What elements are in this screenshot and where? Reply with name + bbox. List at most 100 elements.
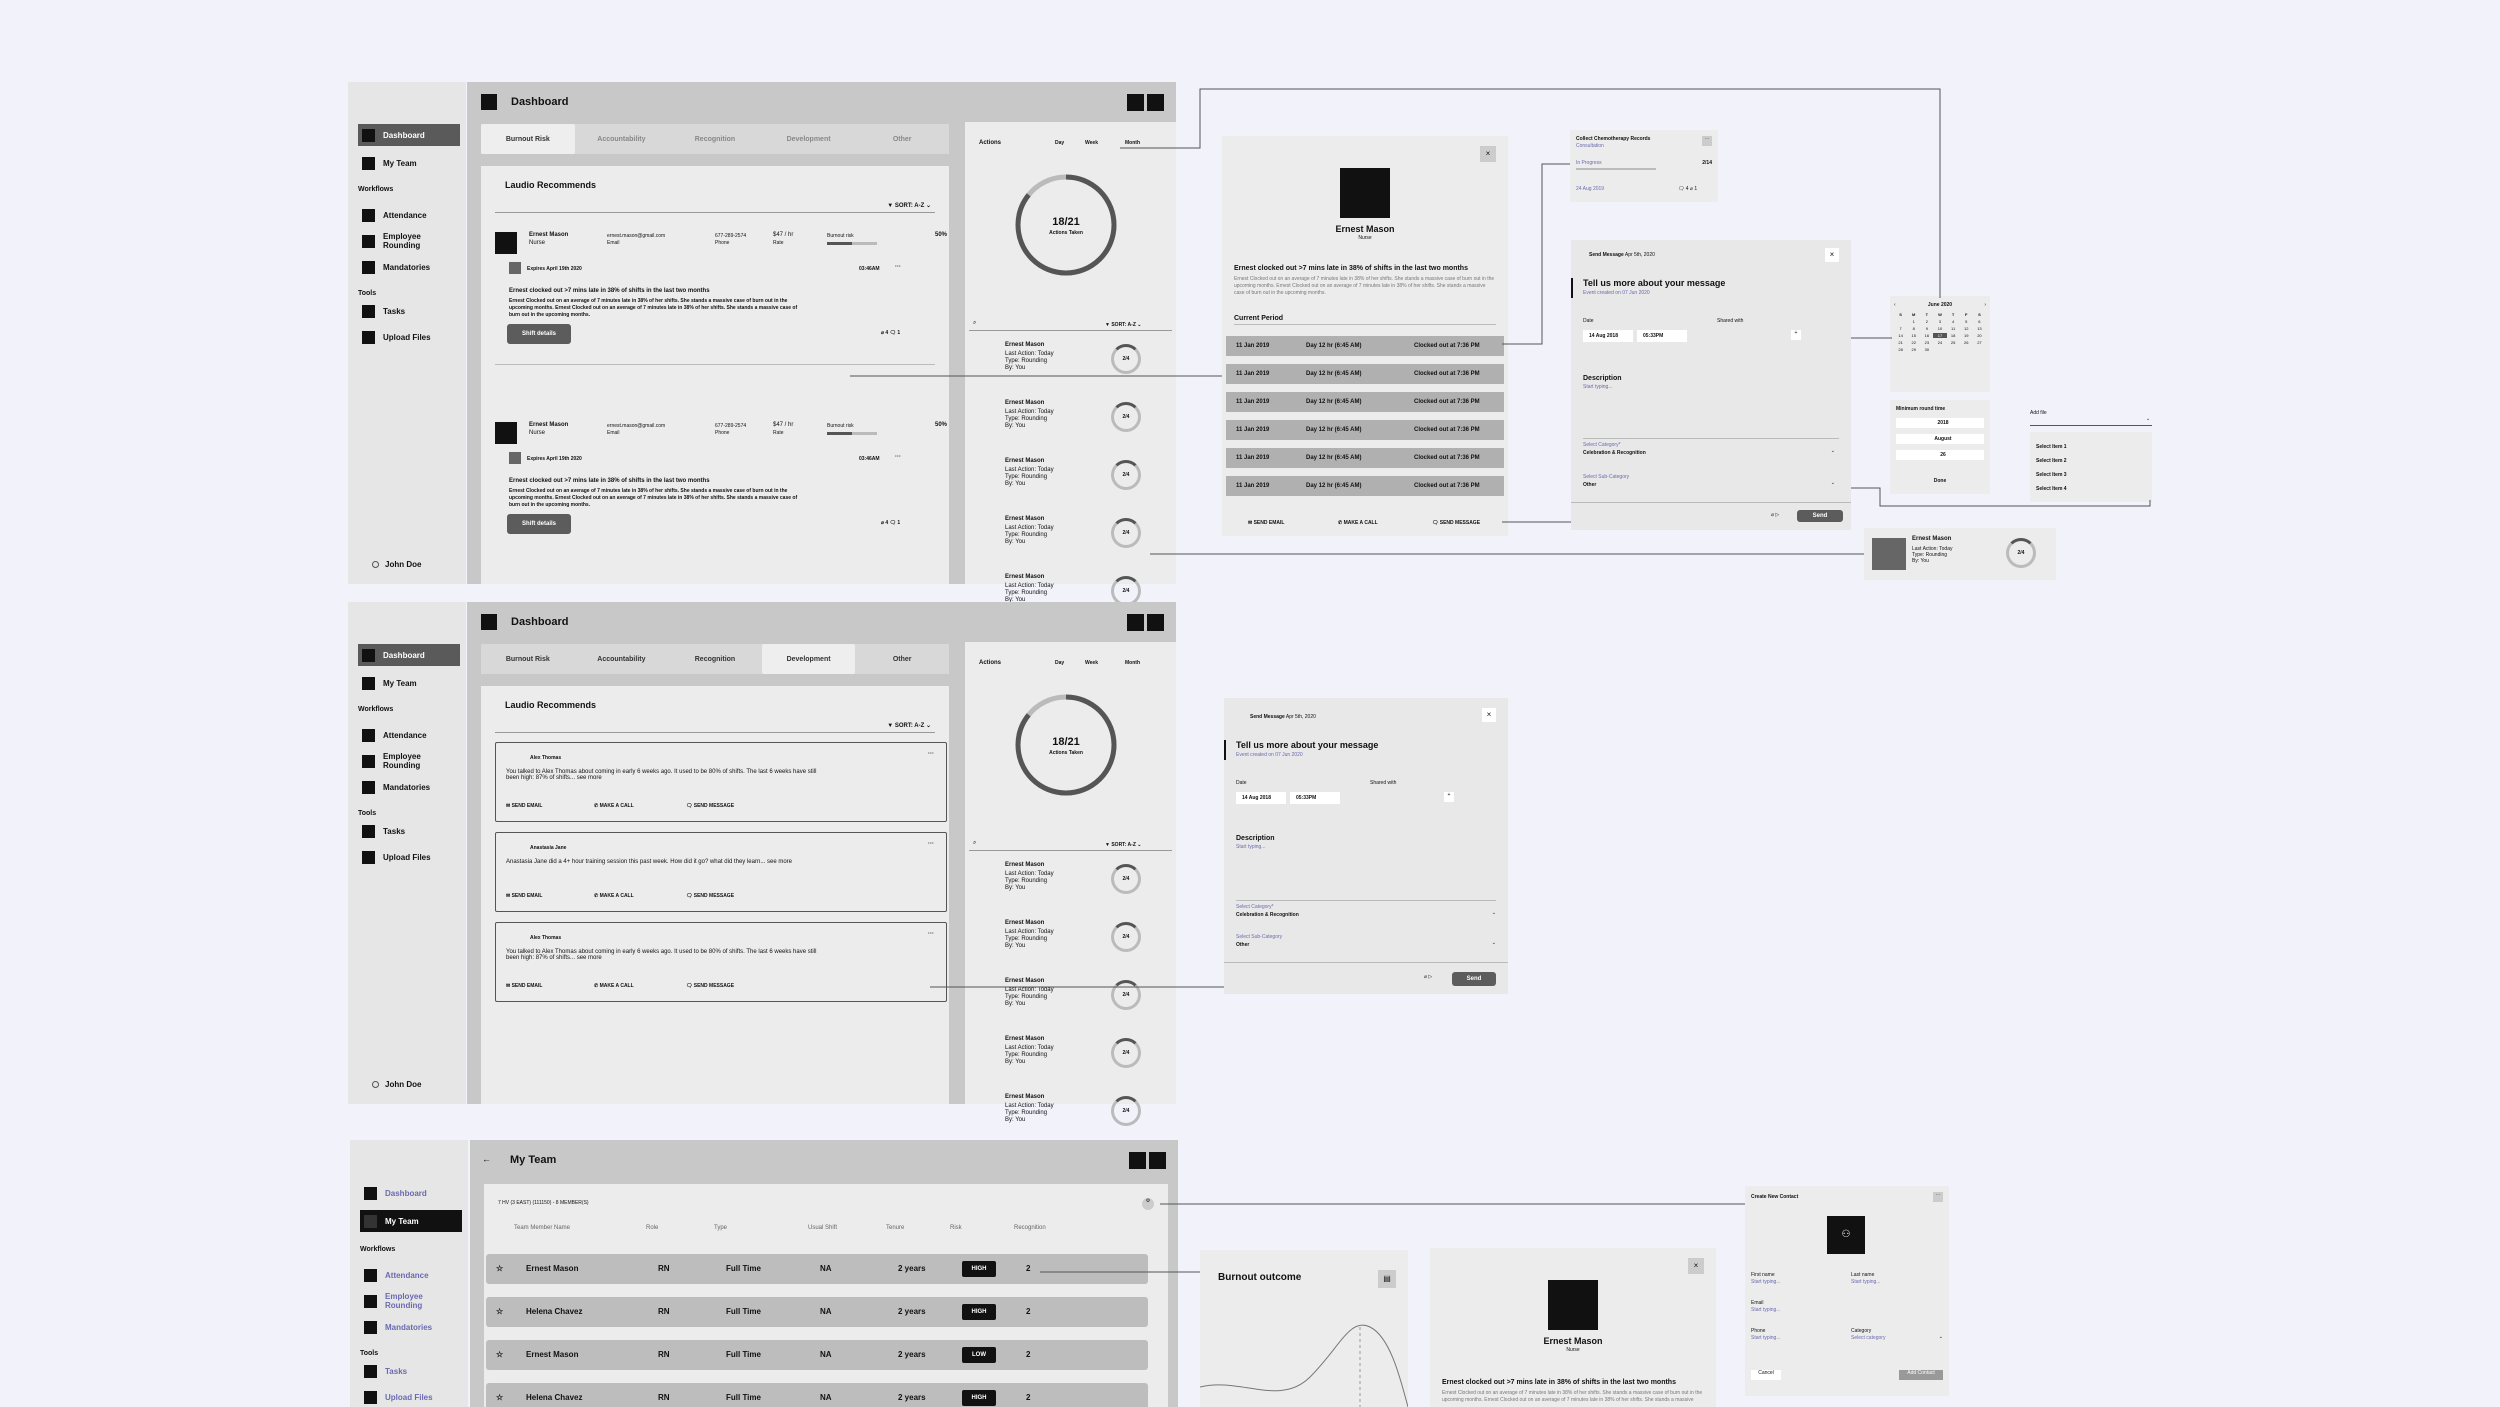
sidebar-item-dashboard[interactable]: Dashboard <box>360 1182 462 1204</box>
window-button-icon[interactable] <box>1129 1152 1146 1169</box>
time-field[interactable]: 05:33PM <box>1637 330 1687 342</box>
category-select[interactable]: Celebration & Recognition <box>1236 912 1299 919</box>
add-share-icon[interactable]: + <box>1444 792 1454 802</box>
send-email-button[interactable]: ✉ SEND EMAIL <box>1248 520 1284 527</box>
calendar-day[interactable]: 9 <box>1920 326 1933 331</box>
prev-month-icon[interactable]: ‹ <box>1894 302 1896 309</box>
actions-sort[interactable]: ▼ SORT: A-Z ⌄ <box>1105 842 1141 849</box>
settings-icon[interactable]: ⚙ <box>1142 1198 1154 1210</box>
calendar-day[interactable]: 27 <box>1973 340 1986 345</box>
sidebar-item-attendance[interactable]: Attendance <box>358 204 460 226</box>
done-button[interactable]: Done <box>1890 478 1990 485</box>
favorite-star-icon[interactable]: ☆ <box>496 1393 503 1402</box>
column-header[interactable]: Role <box>646 1225 658 1231</box>
window-button-icon[interactable] <box>1147 614 1164 631</box>
tab-accountability[interactable]: Accountability <box>575 124 669 154</box>
dropdown-trigger[interactable] <box>2030 418 2152 426</box>
sidebar-item-upload-files[interactable]: Upload Files <box>360 1386 462 1407</box>
window-button-icon[interactable] <box>1147 94 1164 111</box>
sidebar-item-employee-rounding[interactable]: Employee Rounding <box>358 750 460 772</box>
action-item[interactable]: Ernest Mason Last Action: Today Type: Roun… <box>965 458 1176 510</box>
table-row[interactable]: ☆ Ernest Mason RN Full Time NA 2 years HIGH 2 <box>486 1254 1148 1284</box>
sidebar-item-my-team[interactable]: My Team <box>358 152 460 174</box>
favorite-star-icon[interactable]: ☆ <box>496 1350 503 1359</box>
send-email-button[interactable]: ✉ SEND EMAIL <box>506 803 542 810</box>
last-name-input[interactable]: Start typing... <box>1851 1279 1880 1286</box>
date-field[interactable]: 14 Aug 2018 <box>1236 792 1286 804</box>
sidebar-item-upload-files[interactable]: Upload Files <box>358 326 460 348</box>
user-name[interactable]: John Doe <box>372 560 421 569</box>
calendar-day[interactable]: 15 <box>1907 333 1920 338</box>
add-contact-button[interactable]: Add Contact <box>1899 1370 1943 1380</box>
actions-sort[interactable]: ▼ SORT: A-Z ⌄ <box>1105 322 1141 329</box>
favorite-star-icon[interactable]: ☆ <box>496 1264 503 1273</box>
year-field[interactable]: 2018 <box>1896 418 1984 428</box>
action-item[interactable]: Ernest Mason Last Action: Today Type: Roun… <box>965 516 1176 568</box>
sidebar-item-upload-files[interactable]: Upload Files <box>358 846 460 868</box>
column-header[interactable]: Risk <box>950 1225 962 1231</box>
tab-development[interactable]: Development <box>761 644 856 674</box>
send-button[interactable]: Send <box>1452 972 1496 986</box>
chevron-down-icon[interactable]: ⌄ <box>1939 1334 1943 1341</box>
column-header[interactable]: Usual Shift <box>808 1225 837 1231</box>
more-icon[interactable]: ··· <box>928 841 934 847</box>
sidebar-item-dashboard[interactable]: Dashboard <box>358 124 460 146</box>
shift-details-button[interactable]: Shift details <box>507 514 571 534</box>
calendar-day[interactable]: 30 <box>1920 347 1933 352</box>
calendar-day[interactable]: 10 <box>1933 326 1946 331</box>
action-item[interactable]: Ernest Mason Last Action: Today Type: Roun… <box>965 1036 1176 1088</box>
tab-accountability[interactable]: Accountability <box>575 644 669 674</box>
range-week[interactable]: Week <box>1085 140 1098 147</box>
tab-other[interactable]: Other <box>855 124 949 154</box>
month-field[interactable]: August <box>1896 434 1984 444</box>
action-item[interactable]: Ernest Mason Last Action: Today Type: Roun… <box>965 342 1176 394</box>
chevron-down-icon[interactable]: ⌄ <box>1831 448 1835 455</box>
attach-icon[interactable]: ⌀ ▷ <box>1771 512 1779 519</box>
calendar-day[interactable]: 29 <box>1907 347 1920 352</box>
sidebar-item-tasks[interactable]: Tasks <box>358 820 460 842</box>
more-icon[interactable]: ··· <box>928 751 934 757</box>
calendar-day[interactable]: 4 <box>1947 319 1960 324</box>
tab-development[interactable]: Development <box>762 124 856 154</box>
calendar-day[interactable]: 22 <box>1907 340 1920 345</box>
calendar-day[interactable]: 13 <box>1973 326 1986 331</box>
calendar-day[interactable]: 2 <box>1920 319 1933 324</box>
calendar-day[interactable]: 1 <box>1907 319 1920 324</box>
window-button-icon[interactable] <box>1127 614 1144 631</box>
shift-details-button[interactable]: Shift details <box>507 324 571 344</box>
sidebar-item-mandatories[interactable]: Mandatories <box>360 1316 462 1338</box>
calendar-day[interactable]: 25 <box>1947 340 1960 345</box>
table-row[interactable]: ☆ Helena Chavez RN Full Time NA 2 years HIGH 2 <box>486 1383 1148 1407</box>
make-call-button[interactable]: ✆ MAKE A CALL <box>594 803 634 810</box>
send-message-button[interactable]: 🗨 SEND MESSAGE <box>1432 520 1480 527</box>
dropdown-item[interactable]: Select Item 1 <box>2036 444 2067 451</box>
range-month[interactable]: Month <box>1125 660 1140 667</box>
chevron-down-icon[interactable]: ⌄ <box>2146 416 2150 423</box>
more-icon[interactable]: ··· <box>928 931 934 937</box>
calendar-day[interactable]: 28 <box>1894 347 1907 352</box>
sidebar-item-mandatories[interactable]: Mandatories <box>358 776 460 798</box>
window-button-icon[interactable] <box>1149 1152 1166 1169</box>
sidebar-item-mandatories[interactable]: Mandatories <box>358 256 460 278</box>
sort-control[interactable]: ▼ SORT: A-Z ⌄ <box>887 722 931 729</box>
column-header[interactable]: Team Member Name <box>514 1225 570 1231</box>
dropdown-item[interactable]: Select Item 3 <box>2036 472 2067 479</box>
make-call-button[interactable]: ✆ MAKE A CALL <box>1338 520 1378 527</box>
contact-avatar-icon[interactable]: ⚇ <box>1827 1216 1865 1254</box>
action-item[interactable]: Ernest Mason Last Action: Today Type: Roun… <box>965 862 1176 914</box>
calendar-day[interactable]: 21 <box>1894 340 1907 345</box>
tab-burnout-risk[interactable]: Burnout Risk <box>481 124 575 154</box>
calendar-day[interactable]: 14 <box>1894 333 1907 338</box>
calendar-day[interactable]: 3 <box>1933 319 1946 324</box>
sidebar-item-my-team[interactable]: My Team <box>358 672 460 694</box>
time-field[interactable]: 05:33PM <box>1290 792 1340 804</box>
back-icon[interactable]: ← <box>482 1154 491 1164</box>
attachments-count[interactable]: ⌀ 4 🗨 1 <box>881 330 900 337</box>
make-call-button[interactable]: ✆ MAKE A CALL <box>594 983 634 990</box>
send-message-button[interactable]: 🗨 SEND MESSAGE <box>686 893 734 900</box>
cancel-button[interactable]: Cancel <box>1751 1370 1781 1380</box>
range-week[interactable]: Week <box>1085 660 1098 667</box>
sidebar-item-tasks[interactable]: Tasks <box>358 300 460 322</box>
chevron-down-icon[interactable]: ⌄ <box>1831 480 1835 487</box>
calendar-day[interactable]: 7 <box>1894 326 1907 331</box>
